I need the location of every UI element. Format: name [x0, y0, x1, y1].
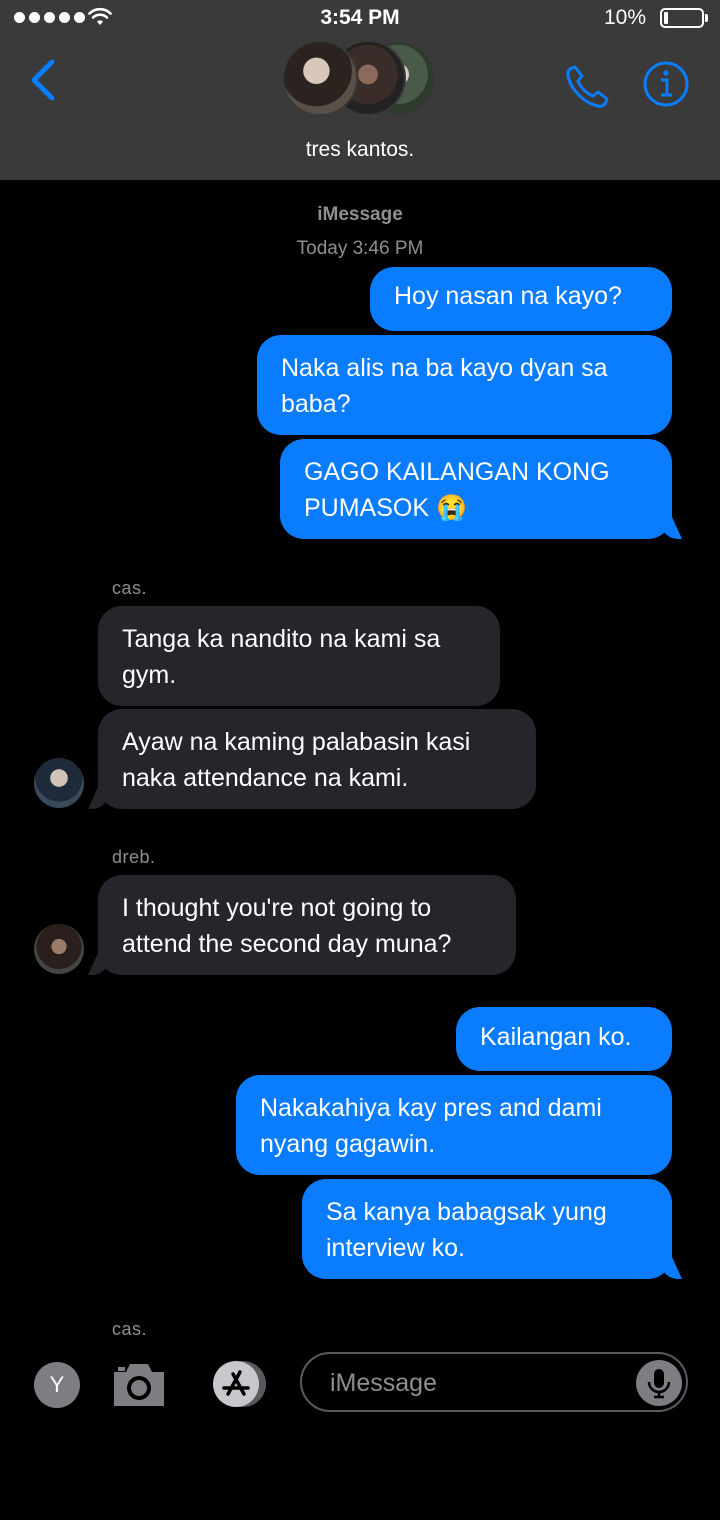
microphone-icon[interactable]	[636, 1360, 682, 1406]
timestamp: Today 3:46 PM	[296, 238, 424, 259]
group-name[interactable]: tres kantos.	[0, 138, 720, 162]
compose-bar: Y	[0, 1340, 720, 1440]
camera-icon[interactable]	[110, 1358, 168, 1410]
typing-sender-label: cas.	[112, 1319, 148, 1339]
service-label: iMessage	[317, 204, 403, 225]
phone-icon[interactable]	[562, 62, 612, 112]
battery-icon	[660, 8, 704, 28]
avatar[interactable]	[34, 758, 84, 808]
battery-cap	[705, 14, 708, 22]
outgoing-message[interactable]: Kailangan ko.	[456, 1007, 672, 1071]
outgoing-message[interactable]: Naka alis na ba kayo dyan sa baba?	[257, 335, 672, 435]
outgoing-message[interactable]: Nakakahiya kay pres and dami nyang gagaw…	[236, 1075, 672, 1175]
info-icon[interactable]	[642, 60, 690, 108]
message-input[interactable]	[328, 1362, 622, 1404]
memoji-button[interactable]: Y	[34, 1362, 80, 1408]
microphone-glyph	[647, 1369, 671, 1399]
incoming-message[interactable]: Ayaw na kaming palabasin kasi naka atten…	[98, 709, 536, 809]
conversation-header: tres kantos.	[0, 38, 720, 180]
outgoing-message[interactable]: Hoy nasan na kayo?	[370, 267, 672, 331]
battery-percentage: 10%	[604, 6, 647, 29]
chevron-left-icon[interactable]	[26, 58, 58, 102]
group-avatars[interactable]	[282, 40, 442, 118]
incoming-message[interactable]: Tanga ka nandito na kami sa gym.	[98, 606, 500, 706]
sender-name: cas.	[112, 578, 148, 598]
sender-name: dreb.	[112, 847, 156, 867]
avatar[interactable]	[34, 924, 84, 974]
avatar	[282, 40, 358, 116]
message-field	[300, 1352, 688, 1412]
outgoing-message[interactable]: Sa kanya babagsak yung interview ko.	[302, 1179, 672, 1279]
app-store-icon[interactable]	[202, 1358, 272, 1410]
outgoing-message[interactable]: GAGO KAILANGAN KONG PUMASOK 😭	[280, 439, 672, 539]
status-bar: 3:54 PM 10%	[0, 0, 720, 38]
incoming-message[interactable]: I thought you're not going to attend the…	[98, 875, 516, 975]
